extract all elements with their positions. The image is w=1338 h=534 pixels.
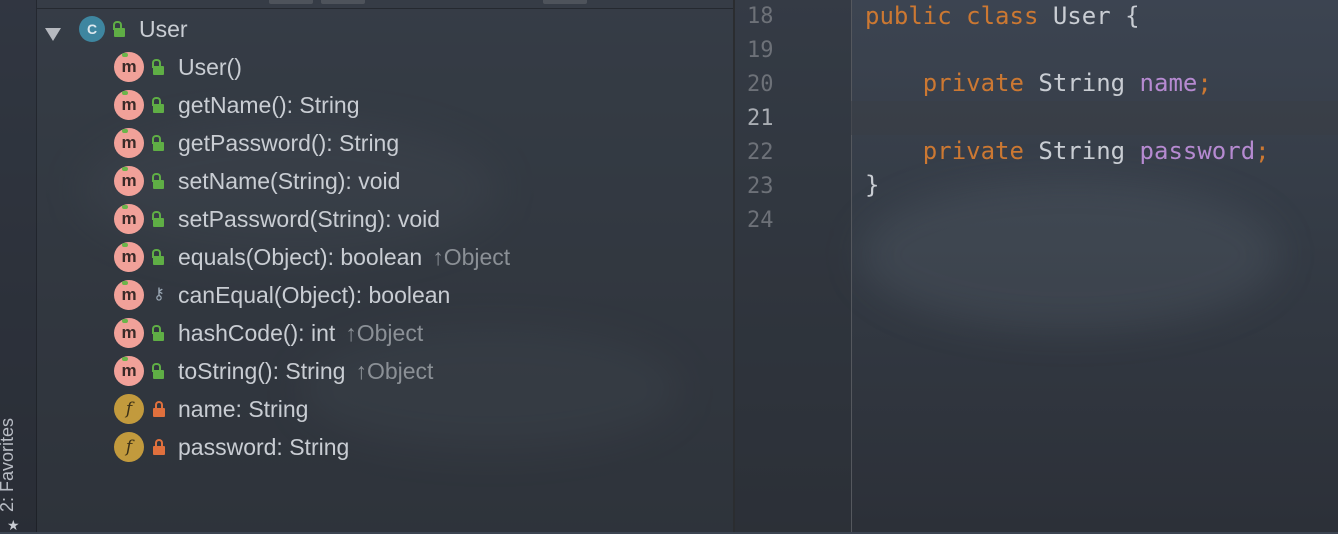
code-type: String: [1023, 69, 1140, 97]
structure-member-item[interactable]: f password: String: [114, 428, 349, 466]
method-m-icon: m: [114, 166, 144, 196]
method-m-icon: m: [114, 242, 144, 272]
code-line-23[interactable]: }: [865, 171, 879, 199]
unlocked-green-icon: [152, 248, 166, 266]
member-signature: password: String: [178, 433, 350, 460]
code-semicolon: ;: [1197, 69, 1212, 97]
code-line-20[interactable]: private String name;: [865, 69, 1212, 97]
inherited-from-label: ↑Object: [345, 319, 424, 346]
method-m-icon: m: [114, 90, 144, 120]
unlocked-green-icon: [113, 20, 127, 38]
code-keyword: private: [922, 137, 1024, 165]
line-number: 19: [747, 38, 774, 63]
code-line-18[interactable]: public class User {: [865, 2, 1140, 30]
structure-member-item[interactable]: m setPassword(String): void: [114, 200, 440, 238]
method-m-icon: m: [114, 280, 144, 310]
field-f-icon: f: [114, 394, 144, 424]
member-signature: getPassword(): String: [178, 129, 400, 156]
code-editor[interactable]: 18 19 20 21 22 23 24 public class User { priva…: [735, 0, 1338, 532]
code-keyword: private: [922, 69, 1024, 97]
toolbar-button[interactable]: [269, 0, 313, 4]
unlocked-green-icon: [152, 324, 166, 342]
member-signature: User(): [178, 53, 242, 80]
structure-panel: C User m User() m getName(): String m getPass…: [37, 0, 733, 532]
structure-member-item[interactable]: m User(): [114, 48, 242, 86]
member-signature: hashCode(): int: [178, 319, 336, 346]
lock-orange-icon: [152, 438, 166, 456]
code-text: User {: [1038, 2, 1140, 30]
structure-member-item[interactable]: m setName(String): void: [114, 162, 400, 200]
structure-member-item[interactable]: m getPassword(): String: [114, 124, 399, 162]
unlocked-green-icon: [152, 134, 166, 152]
method-m-icon: m: [114, 356, 144, 386]
unlocked-green-icon: [152, 362, 166, 380]
structure-member-item[interactable]: m equals(Object): boolean ↑Object: [114, 238, 510, 276]
structure-toolbar: [37, 0, 733, 9]
code-keyword: public class: [865, 2, 1039, 30]
line-number: 20: [747, 72, 774, 97]
code-closing-brace: }: [865, 171, 880, 199]
structure-member-item[interactable]: m hashCode(): int ↑Object: [114, 314, 423, 352]
structure-member-item[interactable]: m ⚷ canEqual(Object): boolean: [114, 276, 450, 314]
key-icon: ⚷: [153, 286, 165, 303]
tree-root-label: User: [139, 15, 188, 42]
favorites-tool-button[interactable]: 2: Favorites: [0, 372, 32, 522]
field-f-icon: f: [114, 432, 144, 462]
code-field-password: password: [1139, 137, 1256, 165]
code-field-name: name: [1139, 69, 1198, 97]
inherited-from-label: ↑Object: [432, 243, 511, 270]
method-m-icon: m: [114, 52, 144, 82]
member-signature: setPassword(String): void: [178, 205, 441, 232]
unlocked-green-icon: [152, 96, 166, 114]
line-number: 21: [747, 106, 774, 131]
inherited-from-label: ↑Object: [355, 357, 434, 384]
line-number: 22: [747, 140, 774, 165]
code-line-22[interactable]: private String password;: [865, 137, 1270, 165]
tree-root-class-user[interactable]: C User: [37, 10, 727, 48]
structure-member-item[interactable]: m getName(): String: [114, 86, 360, 124]
method-m-icon: m: [114, 318, 144, 348]
structure-member-item[interactable]: f name: String: [114, 390, 308, 428]
member-signature: getName(): String: [178, 91, 360, 118]
code-type: String: [1023, 137, 1140, 165]
method-m-icon: m: [114, 128, 144, 158]
left-tool-strip: 2: Favorites ★: [0, 0, 37, 533]
class-c-icon: C: [79, 16, 105, 42]
lock-orange-icon: [152, 400, 166, 418]
favorites-label: 2: Favorites: [0, 417, 17, 512]
current-line-highlight: [851, 101, 1338, 135]
unlocked-green-icon: [152, 210, 166, 228]
unlocked-green-icon: [152, 172, 166, 190]
line-number: 18: [747, 4, 774, 29]
line-number: 24: [747, 208, 774, 233]
unlocked-green-icon: [152, 58, 166, 76]
toolbar-button[interactable]: [321, 0, 365, 4]
member-signature: name: String: [178, 395, 309, 422]
member-signature: setName(String): void: [178, 167, 401, 194]
chevron-down-icon[interactable]: [45, 28, 61, 41]
structure-member-item[interactable]: m toString(): String ↑Object: [114, 352, 433, 390]
member-signature: equals(Object): boolean: [178, 243, 423, 270]
member-signature: canEqual(Object): boolean: [178, 281, 451, 308]
code-semicolon: ;: [1255, 137, 1270, 165]
method-m-icon: m: [114, 204, 144, 234]
line-number: 23: [747, 174, 774, 199]
star-icon: ★: [7, 517, 20, 533]
member-signature: toString(): String: [178, 357, 346, 384]
toolbar-button[interactable]: [543, 0, 587, 4]
line-number-gutter: 18 19 20 21 22 23 24: [735, 0, 852, 532]
